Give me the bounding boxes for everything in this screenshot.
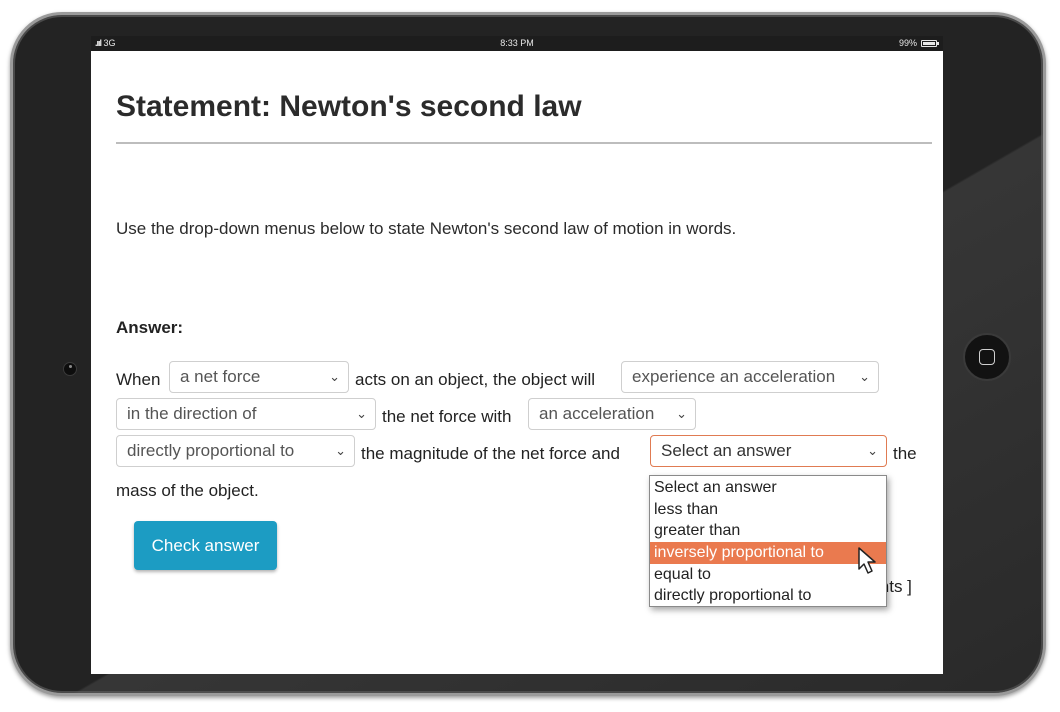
sentence-mass: mass of the object. <box>116 481 259 500</box>
dropdown-option[interactable]: less than <box>650 499 886 521</box>
dropdown-option[interactable]: directly proportional to <box>650 585 886 607</box>
battery-icon <box>921 39 939 47</box>
camera-icon <box>63 362 77 376</box>
instructions-text: Use the drop-down menus below to state N… <box>116 219 737 238</box>
select-effect-value: experience an acceleration <box>632 367 836 386</box>
select-force[interactable]: a net force ⌄ <box>169 361 349 393</box>
select-effect[interactable]: experience an acceleration ⌄ <box>621 361 879 393</box>
select-proportionality-mass[interactable]: Select an answer ⌄ <box>650 435 887 467</box>
chevron-down-icon: ⌄ <box>329 369 340 384</box>
chevron-down-icon: ⌄ <box>859 369 870 384</box>
chevron-down-icon: ⌄ <box>867 443 878 458</box>
select-force-value: a net force <box>180 367 261 386</box>
status-time: 8:33 PM <box>500 38 534 48</box>
dropdown-option-highlighted[interactable]: inversely proportional to <box>650 542 886 564</box>
sentence-when: When <box>116 370 161 389</box>
select-quantity-value: an acceleration <box>539 404 655 423</box>
page-title: Statement: Newton's second law <box>116 90 582 123</box>
select-direction-value: in the direction of <box>127 404 257 423</box>
chevron-down-icon: ⌄ <box>335 443 346 458</box>
sentence-magnitude: the magnitude of the net force and <box>361 444 620 463</box>
sentence-net-force-with: the net force with <box>382 407 512 426</box>
chevron-down-icon: ⌄ <box>676 406 687 421</box>
check-answer-button[interactable]: Check answer <box>134 521 277 570</box>
chevron-down-icon: ⌄ <box>356 406 367 421</box>
dropdown-list: Select an answer less than greater than … <box>649 475 887 607</box>
battery-percent: 99% <box>898 38 917 48</box>
status-right: 99% <box>898 38 939 48</box>
select-proportionality-force[interactable]: directly proportional to ⌄ <box>116 435 355 467</box>
status-bar: .ııl 3G 8:33 PM 99% <box>91 36 943 51</box>
select-proportionality-force-value: directly proportional to <box>127 441 295 460</box>
title-divider <box>116 142 932 144</box>
sentence-acts: acts on an object, the object will <box>355 370 596 389</box>
select-proportionality-mass-value: Select an answer <box>661 441 792 460</box>
dropdown-option[interactable]: equal to <box>650 564 886 586</box>
select-quantity[interactable]: an acceleration ⌄ <box>528 398 696 430</box>
answer-label: Answer: <box>116 318 184 337</box>
select-direction[interactable]: in the direction of ⌄ <box>116 398 376 430</box>
dropdown-option[interactable]: Select an answer <box>650 477 886 499</box>
screen: .ııl 3G 8:33 PM 99% Statement: Newton's … <box>91 36 943 674</box>
pointer-cursor-icon <box>858 547 876 574</box>
sentence-the: the <box>893 444 917 463</box>
home-button[interactable] <box>963 333 1011 381</box>
dropdown-option[interactable]: greater than <box>650 520 886 542</box>
